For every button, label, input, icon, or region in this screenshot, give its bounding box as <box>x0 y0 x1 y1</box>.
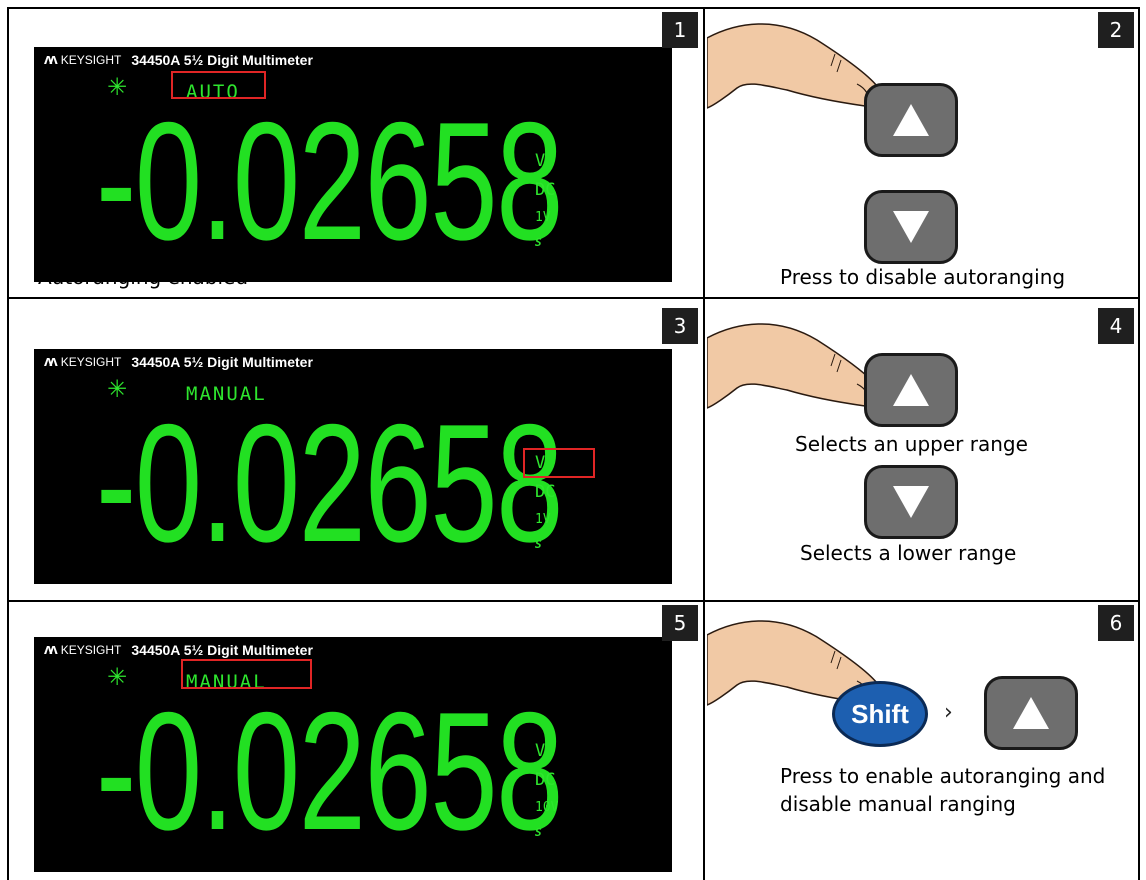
brand-label: KEYSIGHT <box>60 52 122 67</box>
range-highlight-box <box>523 448 595 478</box>
unit-label: V <box>535 741 546 761</box>
up-arrow-icon <box>893 104 929 136</box>
up-arrow-icon <box>893 374 929 406</box>
up-arrow-icon <box>1013 697 1049 729</box>
panel-5-caption: Manual ranging enabled <box>38 848 281 872</box>
function-label: DC <box>535 770 556 790</box>
function-label: DC <box>535 482 556 502</box>
panel-2-caption: Press to disable autoranging <box>780 265 1066 289</box>
status-glyph: S <box>535 538 542 551</box>
down-arrow-icon <box>893 486 929 518</box>
chevron-right-icon: › <box>944 700 953 725</box>
up-arrow-button[interactable] <box>984 676 1078 750</box>
model-label: 34450A 5½ Digit Multimeter <box>131 353 313 370</box>
display-header: ᴧᴧ KEYSIGHT 34450A 5½ Digit Multimeter <box>44 353 313 370</box>
column-divider <box>703 7 705 880</box>
function-label: DC <box>535 180 556 200</box>
panel-3-caption: Manual ranging enabled <box>38 545 281 569</box>
keysight-logo-icon: ᴧᴧ <box>44 641 58 658</box>
auto-highlight-box <box>171 71 266 99</box>
display-header: ᴧᴧ KEYSIGHT 34450A 5½ Digit Multimeter <box>44 641 313 658</box>
brand-label: KEYSIGHT <box>60 354 122 369</box>
panel-number-3: 3 <box>662 308 698 344</box>
range-label: 1V <box>535 210 551 225</box>
model-label: 34450A 5½ Digit Multimeter <box>131 51 313 68</box>
panel-number-4: 4 <box>1098 308 1134 344</box>
panel-number-1: 1 <box>662 12 698 48</box>
panel-6-caption-line2: disable manual ranging <box>780 792 1016 816</box>
down-arrow-button[interactable] <box>864 190 958 264</box>
model-label: 34450A 5½ Digit Multimeter <box>131 641 313 658</box>
keysight-logo-icon: ᴧᴧ <box>44 51 58 68</box>
up-arrow-button[interactable] <box>864 353 958 427</box>
display-header: ᴧᴧ KEYSIGHT 34450A 5½ Digit Multimeter <box>44 51 313 68</box>
down-arrow-icon <box>893 211 929 243</box>
status-glyph: S <box>535 826 542 839</box>
shift-button[interactable]: Shift <box>832 681 928 747</box>
panel-number-2: 2 <box>1098 12 1134 48</box>
manual-highlight-box <box>181 659 312 689</box>
brand-label: KEYSIGHT <box>60 642 122 657</box>
status-glyph: S <box>535 236 542 249</box>
panel-number-5: 5 <box>662 605 698 641</box>
panel-4-caption-down: Selects a lower range <box>800 541 1017 565</box>
keysight-logo-icon: ᴧᴧ <box>44 353 58 370</box>
unit-label: V <box>535 151 546 171</box>
row-divider-1 <box>7 297 1140 299</box>
up-arrow-button[interactable] <box>864 83 958 157</box>
range-label: 1V <box>535 512 551 527</box>
panel-4-caption-up: Selects an upper range <box>795 432 1028 456</box>
multimeter-display-1: ᴧᴧ KEYSIGHT 34450A 5½ Digit Multimeter ✳… <box>34 47 672 282</box>
row-divider-2 <box>7 600 1140 602</box>
range-label: 10V <box>535 800 559 815</box>
multimeter-display-5: ᴧᴧ KEYSIGHT 34450A 5½ Digit Multimeter ✳… <box>34 637 672 872</box>
down-arrow-button[interactable] <box>864 465 958 539</box>
panel-number-6: 6 <box>1098 605 1134 641</box>
panel-6-caption-line1: Press to enable autoranging and <box>780 764 1106 788</box>
measurement-reading: -0.02658 <box>96 87 563 275</box>
measurement-reading: -0.02658 <box>96 677 563 865</box>
measurement-reading: -0.02658 <box>96 389 563 577</box>
panel-1-caption: Autoranging enabled <box>38 265 249 289</box>
